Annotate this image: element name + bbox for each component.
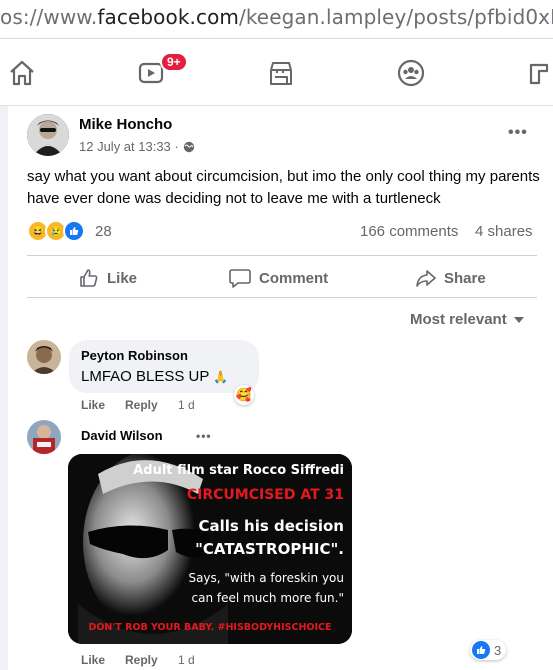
divider xyxy=(27,297,537,298)
comment-author-name[interactable]: Peyton Robinson xyxy=(81,348,188,363)
comment-reply-link[interactable]: Reply xyxy=(125,653,158,667)
avatar-photo xyxy=(27,114,69,156)
comment-text: LMFAO BLESS UP 🙏 xyxy=(81,368,228,385)
gaming-icon[interactable] xyxy=(527,59,553,87)
comment-options-icon[interactable]: ••• xyxy=(196,429,212,443)
comment-like-link[interactable]: Like xyxy=(81,398,105,412)
image-caption-line: Adult film star Rocco Siffredi xyxy=(133,463,344,478)
comment-sort-dropdown[interactable]: Most relevant xyxy=(410,311,525,328)
reaction-icons[interactable]: 😆 😢 xyxy=(27,220,85,242)
share-button[interactable]: Share xyxy=(416,267,486,289)
like-reaction-icon xyxy=(472,641,490,659)
comment-label: Comment xyxy=(259,269,329,287)
url-prefix: os://www. xyxy=(0,5,98,29)
share-icon xyxy=(416,270,436,287)
image-caption-line: can feel much more fun." xyxy=(191,591,345,605)
comment-text-body: LMFAO BLESS UP xyxy=(81,368,210,385)
comment-button[interactable]: Comment xyxy=(229,267,328,289)
image-caption-line: CIRCUMCISED AT 31 xyxy=(186,487,344,503)
home-icon[interactable] xyxy=(8,59,36,87)
marketplace-icon[interactable] xyxy=(267,59,295,87)
share-label: Share xyxy=(444,269,486,287)
address-bar[interactable]: os://www.facebook.com/keegan.lampley/pos… xyxy=(0,0,553,39)
shares-count[interactable]: 4 shares xyxy=(475,223,533,240)
reaction-number: 3 xyxy=(494,642,502,658)
post-timestamp[interactable]: 12 July at 13:33 · xyxy=(79,139,179,154)
post-options-icon[interactable]: ••• xyxy=(508,124,528,142)
groups-icon[interactable] xyxy=(397,59,425,87)
like-label: Like xyxy=(107,269,138,287)
comments-count[interactable]: 166 comments xyxy=(360,223,458,240)
comment-like-link[interactable]: Like xyxy=(81,653,105,667)
image-caption-line: Calls his decision xyxy=(198,517,344,535)
url-text: os://www.facebook.com/keegan.lampley/pos… xyxy=(0,5,553,29)
image-caption-line: DON'T ROB YOUR BABY. #HISBODYHISCHOICE xyxy=(88,622,332,633)
comment-time[interactable]: 1 d xyxy=(178,653,195,667)
comment-author-name[interactable]: David Wilson xyxy=(81,428,163,443)
comment-icon xyxy=(229,269,251,288)
post-author-name[interactable]: Mike Honcho xyxy=(79,116,172,133)
url-path: /keegan.lampley/posts/pfbid0xHPUwS xyxy=(239,5,553,29)
care-reaction-icon[interactable]: 🥰 xyxy=(234,385,254,405)
post-meta: 12 July at 13:33 · xyxy=(79,139,195,154)
reaction-count[interactable]: 28 xyxy=(95,223,112,240)
image-caption-line: Says, "with a foreskin you xyxy=(188,571,344,585)
globe-icon xyxy=(183,141,194,152)
like-reaction-icon xyxy=(63,220,85,242)
commenter-avatar[interactable] xyxy=(27,340,61,374)
commenter-avatar[interactable] xyxy=(27,420,61,454)
like-button[interactable]: Like xyxy=(79,267,137,289)
image-caption-line: "CATASTROPHIC". xyxy=(195,540,344,558)
thumbs-up-icon xyxy=(80,269,98,287)
sort-label: Most relevant xyxy=(410,311,507,328)
comment-reply-link[interactable]: Reply xyxy=(125,398,158,412)
divider xyxy=(27,255,537,256)
comment-image[interactable]: Adult film star Rocco Siffredi CIRCUMCIS… xyxy=(68,454,352,644)
praying-hands-emoji: 🙏 xyxy=(213,370,229,384)
post-text: say what you want about circumcision, bu… xyxy=(27,168,540,207)
notification-badge: 9+ xyxy=(160,52,188,72)
comment-time[interactable]: 1 d xyxy=(178,398,195,412)
url-domain: facebook.com xyxy=(97,5,239,29)
avatar-photo xyxy=(27,340,61,374)
comment-reaction-count[interactable]: 3 xyxy=(470,640,507,660)
avatar-photo xyxy=(27,420,61,454)
caret-down-icon xyxy=(513,316,524,323)
author-avatar[interactable] xyxy=(27,114,69,156)
